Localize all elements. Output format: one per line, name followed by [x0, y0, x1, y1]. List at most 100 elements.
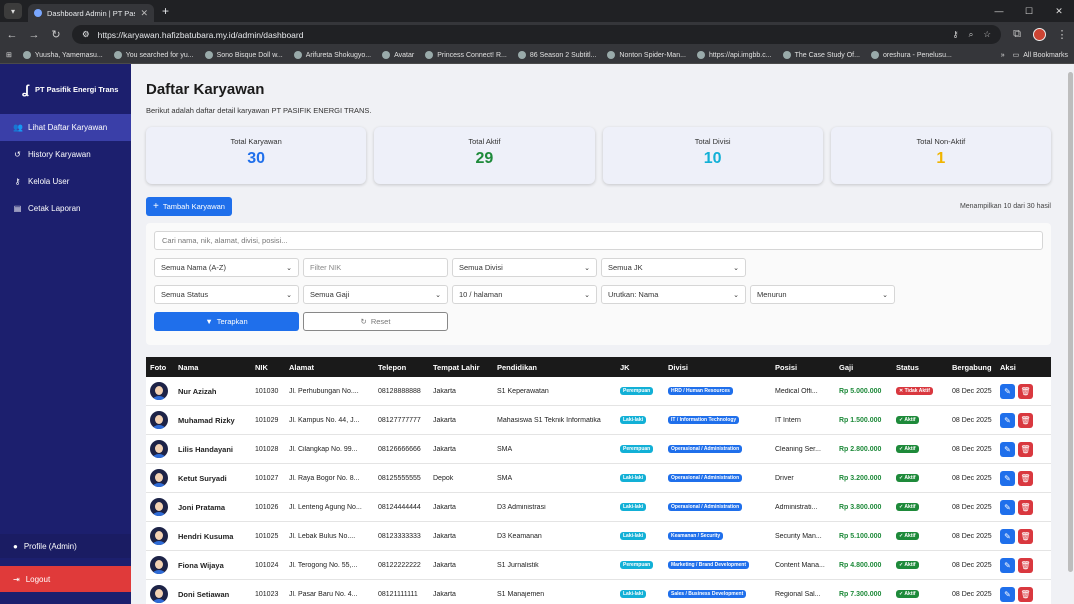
- stat-value: 1: [936, 150, 946, 167]
- filter-icon: ▼: [205, 317, 213, 326]
- delete-button[interactable]: 🗑: [1018, 557, 1033, 573]
- delete-button[interactable]: 🗑: [1018, 528, 1033, 544]
- sidebar-item-daftar-karyawan[interactable]: 👥 Lihat Daftar Karyawan: [0, 114, 131, 141]
- back-icon[interactable]: ←: [6, 29, 18, 41]
- chevron-down-icon: ⌄: [584, 264, 590, 272]
- bookmark-item[interactable]: oreshura - Penelusu...: [870, 51, 952, 59]
- reset-filter-button[interactable]: ↻ Reset: [303, 312, 448, 331]
- edit-button[interactable]: ✎: [1000, 499, 1015, 515]
- delete-button[interactable]: 🗑: [1018, 441, 1033, 457]
- delete-button[interactable]: 🗑: [1018, 412, 1033, 428]
- sidebar-item-kelola-user[interactable]: ⚷ Kelola User: [0, 168, 131, 195]
- extensions-icon[interactable]: ⧉: [1011, 28, 1023, 41]
- sort-select[interactable]: Urutkan: Nama ⌄: [601, 285, 746, 304]
- employee-photo: [150, 469, 168, 487]
- reload-icon[interactable]: ↻: [50, 28, 62, 41]
- logout-button[interactable]: ⇥ Logout: [0, 566, 131, 592]
- zoom-icon[interactable]: ⌕: [969, 29, 974, 40]
- close-tab-icon[interactable]: ✕: [140, 8, 148, 19]
- delete-button[interactable]: 🗑: [1018, 586, 1033, 602]
- table-row: Joni Pratama 101026 Jl. Lenteng Agung No..…: [146, 493, 1051, 522]
- search-input[interactable]: Cari nama, nik, alamat, divisi, posisi..…: [154, 231, 1043, 250]
- filter-divisi-select[interactable]: Semua Divisi ⌄: [452, 258, 597, 277]
- logout-label: Logout: [25, 574, 51, 584]
- more-bookmarks-icon[interactable]: »: [1001, 52, 1005, 59]
- edit-button[interactable]: ✎: [1000, 383, 1015, 399]
- page-scrollbar[interactable]: [1066, 64, 1074, 604]
- password-key-icon[interactable]: ⚷: [952, 29, 958, 40]
- edit-button[interactable]: ✎: [1000, 586, 1015, 602]
- bookmark-star-icon[interactable]: ☆: [983, 29, 991, 40]
- forward-icon[interactable]: →: [28, 29, 40, 41]
- bookmark-item[interactable]: 86 Season 2 Subtitl...: [517, 51, 596, 59]
- bookmark-item[interactable]: Nonton Spider-Man...: [607, 51, 686, 59]
- delete-button[interactable]: 🗑: [1018, 383, 1033, 399]
- edit-button[interactable]: ✎: [1000, 528, 1015, 544]
- bookmark-item[interactable]: Sono Bisque Doll w...: [204, 51, 283, 59]
- add-employee-button[interactable]: + Tambah Karyawan: [146, 197, 232, 216]
- employee-tempat-lahir: Depok: [433, 474, 454, 482]
- bookmark-item[interactable]: Princess Connect! R...: [425, 51, 507, 59]
- edit-button[interactable]: ✎: [1000, 441, 1015, 457]
- delete-button[interactable]: 🗑: [1018, 499, 1033, 515]
- check-circle-icon: ✓: [899, 417, 904, 423]
- division-badge: Sales / Business Development: [668, 590, 747, 598]
- all-bookmarks-folder[interactable]: ▭ All Bookmarks: [1013, 51, 1068, 60]
- bookmark-item[interactable]: Arifureta Shokugyo...: [293, 51, 371, 59]
- employee-nik: 101027: [255, 474, 279, 482]
- filter-status-select[interactable]: Semua Status ⌄: [154, 285, 299, 304]
- url-bar[interactable]: ⚙ https://karyawan.hafizbatubara.my.id/a…: [72, 25, 1001, 44]
- scrollbar-thumb[interactable]: [1068, 72, 1073, 572]
- filter-gaji-select[interactable]: Semua Gaji ⌄: [303, 285, 448, 304]
- employee-photo: [150, 440, 168, 458]
- edit-button[interactable]: ✎: [1000, 557, 1015, 573]
- table-row: Muhamad Rizky 101029 Jl. Kampus No. 44, J.…: [146, 406, 1051, 435]
- stat-card-total-karyawan: Total Karyawan 30: [146, 127, 367, 184]
- sidebar-profile[interactable]: ● Profile (Admin): [0, 534, 131, 558]
- main-content: Daftar Karyawan Berikut adalah daftar de…: [131, 64, 1074, 604]
- filter-nama-select[interactable]: Semua Nama (A-Z) ⌄: [154, 258, 299, 277]
- employee-bergabung: 08 Dec 2025: [952, 503, 992, 511]
- bookmark-item[interactable]: Avatar: [382, 51, 414, 59]
- employee-alamat: Jl. Cilangkap No. 99...: [289, 445, 358, 453]
- order-select[interactable]: Menurun ⌄: [750, 285, 895, 304]
- new-tab-icon[interactable]: +: [162, 4, 169, 18]
- employee-bergabung: 08 Dec 2025: [952, 474, 992, 482]
- edit-button[interactable]: ✎: [1000, 412, 1015, 428]
- close-window-icon[interactable]: ✕: [1044, 0, 1074, 22]
- maximize-icon[interactable]: ☐: [1014, 0, 1044, 22]
- history-icon: ↺: [14, 150, 21, 159]
- browser-menu-icon[interactable]: ⋮: [1056, 28, 1068, 41]
- stat-label: Total Karyawan: [230, 137, 282, 146]
- sidebar-item-cetak-laporan[interactable]: ▤ Cetak Laporan: [0, 195, 131, 222]
- browser-tab[interactable]: Dashboard Admin | PT Pasifik E ✕: [28, 4, 154, 22]
- check-circle-icon: ✓: [899, 475, 904, 481]
- employee-table: Foto Nama NIK Alamat Telepon Tempat Lahi…: [146, 357, 1051, 604]
- gender-badge: Perempuan: [620, 445, 654, 453]
- tab-search-chevron-icon[interactable]: ▾: [4, 3, 22, 19]
- table-header: Foto Nama NIK Alamat Telepon Tempat Lahi…: [146, 357, 1051, 377]
- minimize-icon[interactable]: —: [984, 0, 1014, 22]
- apply-filter-button[interactable]: ▼ Terapkan: [154, 312, 299, 331]
- bookmark-item[interactable]: The Case Study Of...: [782, 51, 860, 59]
- employee-pendidikan: S1 Manajemen: [497, 590, 545, 598]
- site-info-icon[interactable]: ⚙: [82, 29, 90, 40]
- col-aksi: Aksi: [1000, 362, 1016, 372]
- employee-photo: [150, 411, 168, 429]
- bookmark-item[interactable]: You searched for yu...: [113, 51, 194, 59]
- delete-button[interactable]: 🗑: [1018, 470, 1033, 486]
- per-page-select[interactable]: 10 / halaman ⌄: [452, 285, 597, 304]
- stat-card-total-nonaktif: Total Non-Aktif 1: [830, 127, 1051, 184]
- bookmark-item[interactable]: https://api.imgbb.c...: [696, 51, 772, 59]
- filter-nik-input[interactable]: Filter NIK: [303, 258, 448, 277]
- employee-alamat: Jl. Terogong No. 55,...: [289, 561, 358, 569]
- profile-avatar-icon[interactable]: [1033, 28, 1046, 41]
- sidebar-item-history[interactable]: ↺ History Karyawan: [0, 141, 131, 168]
- bookmarks-bar: ⊞ Yuusha, Yamemasu... You searched for y…: [0, 47, 1074, 64]
- edit-button[interactable]: ✎: [1000, 470, 1015, 486]
- employee-pendidikan: D3 Keamanan: [497, 532, 542, 540]
- bookmark-item[interactable]: Yuusha, Yamemasu...: [22, 51, 103, 59]
- apps-grid-icon[interactable]: ⊞: [6, 51, 12, 59]
- filter-jk-select[interactable]: Semua JK ⌄: [601, 258, 746, 277]
- brand-logo[interactable]: ʆ PT Pasifik Energi Trans: [0, 64, 131, 114]
